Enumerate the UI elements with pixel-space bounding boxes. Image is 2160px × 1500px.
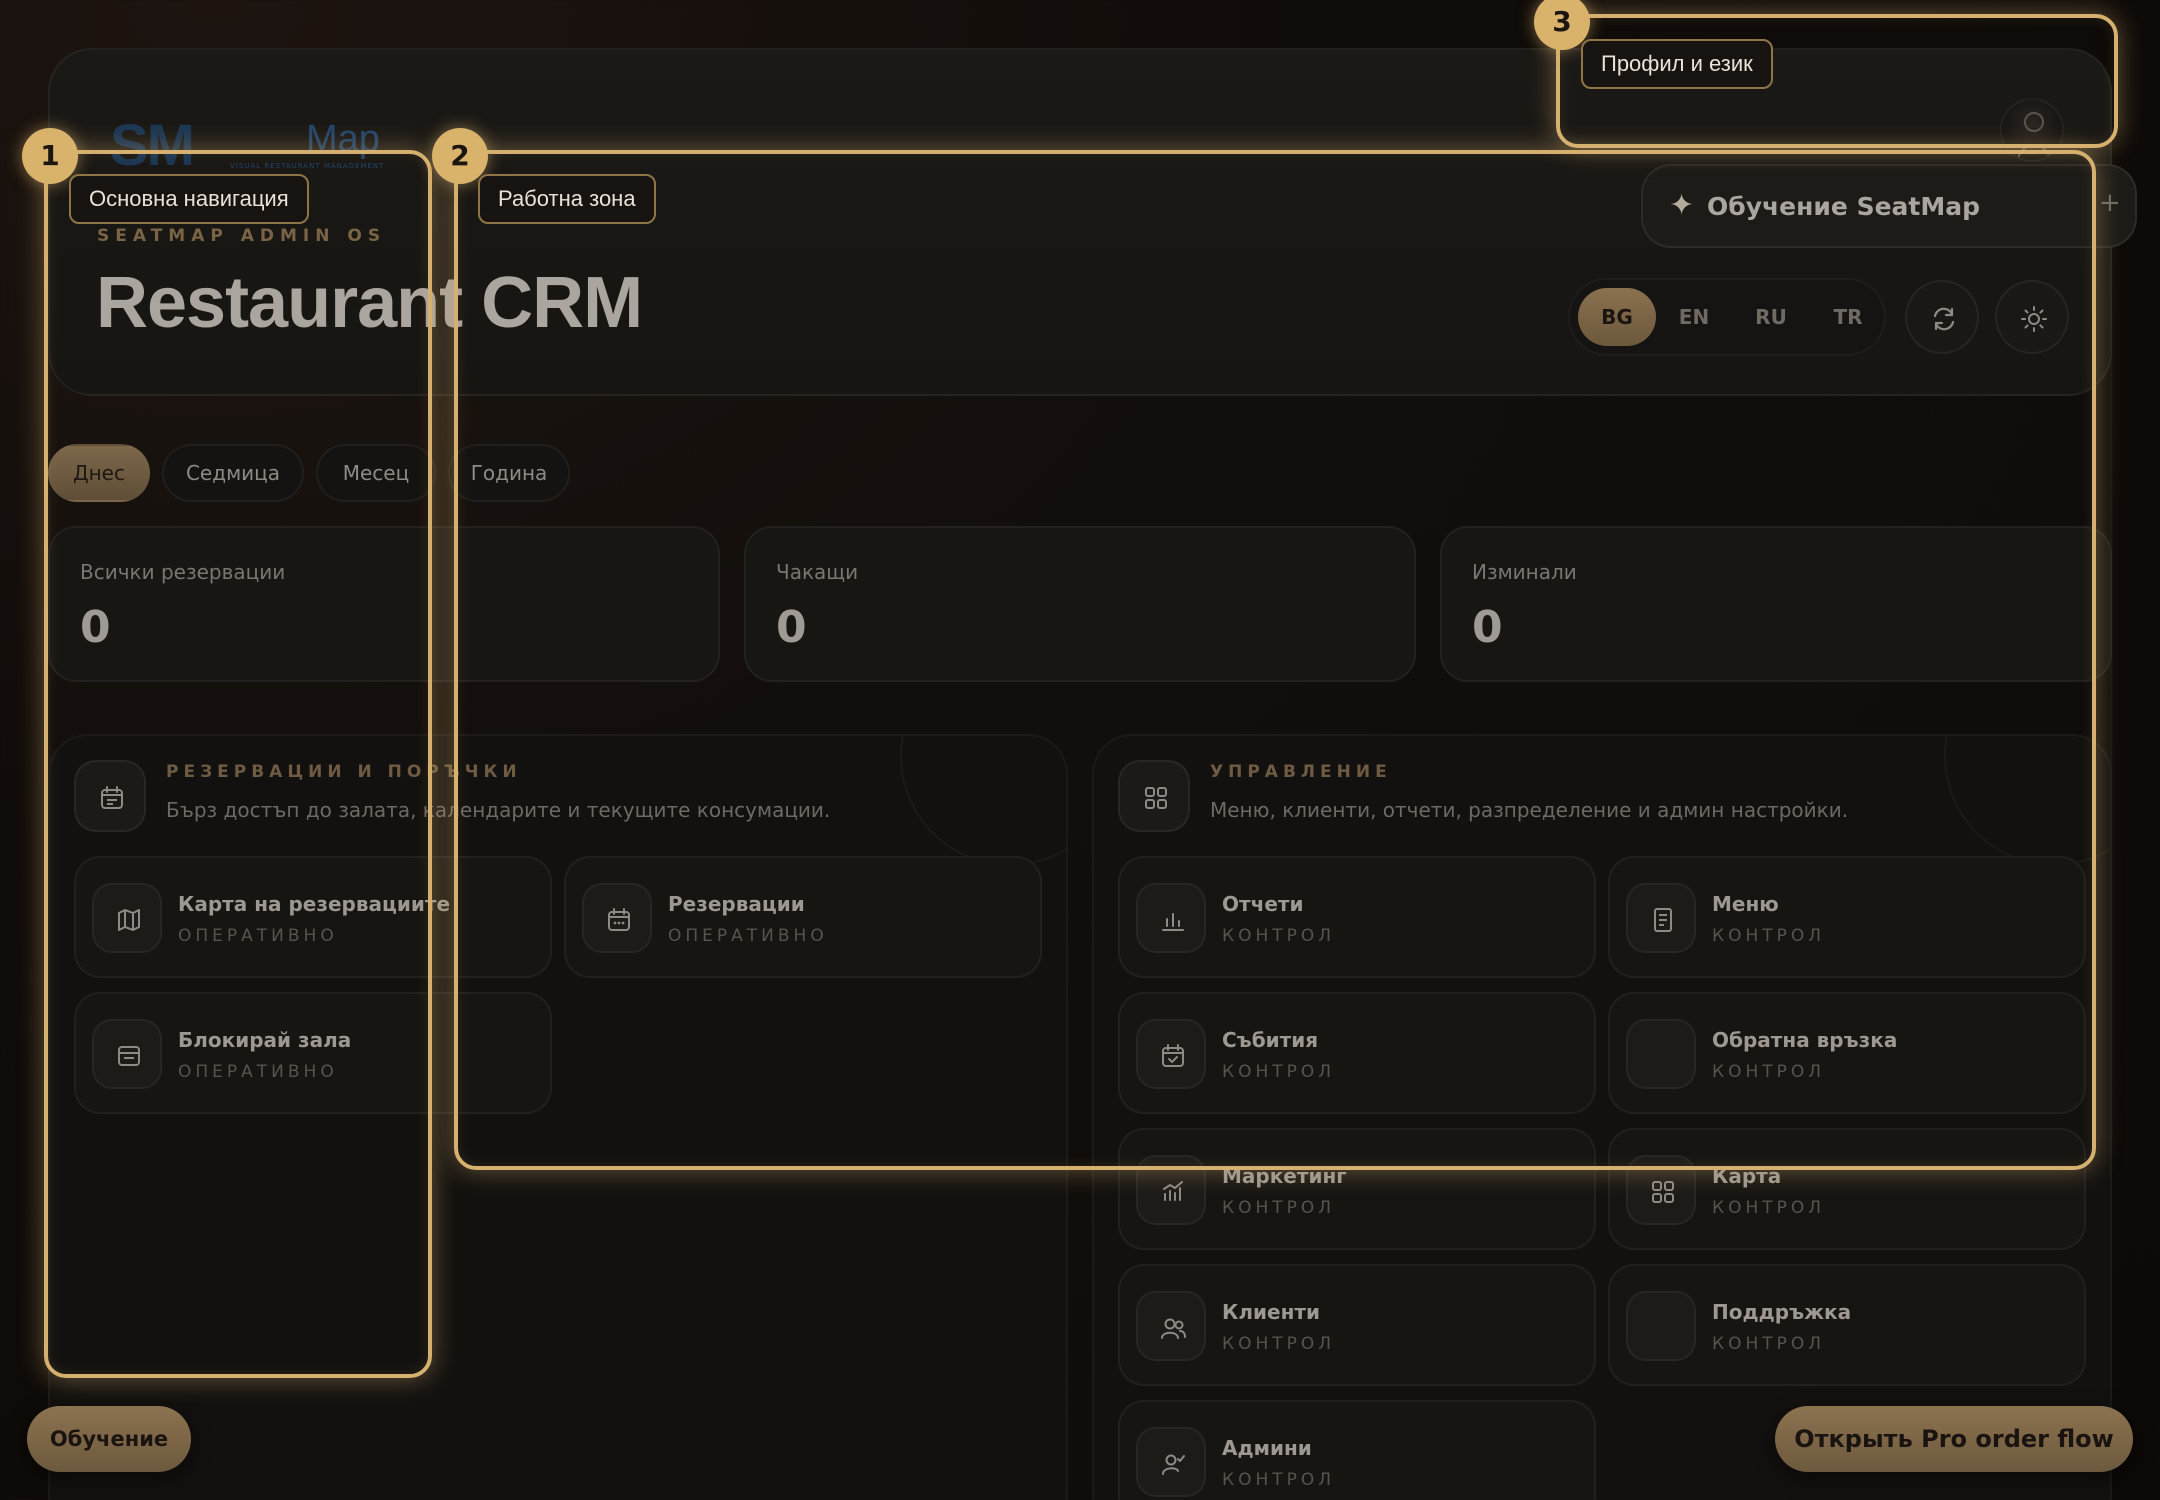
- users-icon: [1161, 1318, 1186, 1339]
- pro-order-flow-button[interactable]: Открыть Pro order flow: [1775, 1406, 2133, 1472]
- tour-label-workspace: Работна зона: [478, 174, 656, 224]
- tile-admins[interactable]: Админи КОНТРОЛ: [1118, 1400, 1596, 1500]
- admin-icon: [1162, 1454, 1185, 1475]
- tile-icon-box: [1136, 1291, 1206, 1361]
- tile-support[interactable]: Поддръжка КОНТРОЛ: [1608, 1264, 2086, 1386]
- tile-subtitle: КОНТРОЛ: [1712, 1198, 1826, 1218]
- tile-subtitle: КОНТРОЛ: [1222, 1470, 1336, 1490]
- support-icon: [1626, 1291, 1696, 1361]
- tour-label-navigation: Основна навигация: [69, 174, 309, 224]
- training-button[interactable]: Обучение: [27, 1406, 191, 1472]
- tour-step-number: 1: [22, 128, 78, 184]
- plus-icon: +: [2099, 188, 2121, 218]
- marketing-icon: [1163, 1181, 1183, 1201]
- tile-subtitle: КОНТРОЛ: [1222, 1198, 1336, 1218]
- tour-label-profile: Профил и език: [1581, 39, 1773, 89]
- tile-subtitle: КОНТРОЛ: [1712, 1334, 1826, 1354]
- tile-name: Поддръжка: [1712, 1300, 1852, 1324]
- tour-highlight-navigation: [44, 150, 432, 1378]
- tile-name: Клиенти: [1222, 1300, 1320, 1324]
- tile-subtitle: КОНТРОЛ: [1222, 1334, 1336, 1354]
- tile-clients[interactable]: Клиенти КОНТРОЛ: [1118, 1264, 1596, 1386]
- tour-highlight-workspace: [454, 150, 2096, 1170]
- tour-step-number: 2: [432, 128, 488, 184]
- tile-name: Админи: [1222, 1436, 1312, 1460]
- tile-icon-box: [1136, 1427, 1206, 1497]
- grid-icon: [1652, 1181, 1674, 1203]
